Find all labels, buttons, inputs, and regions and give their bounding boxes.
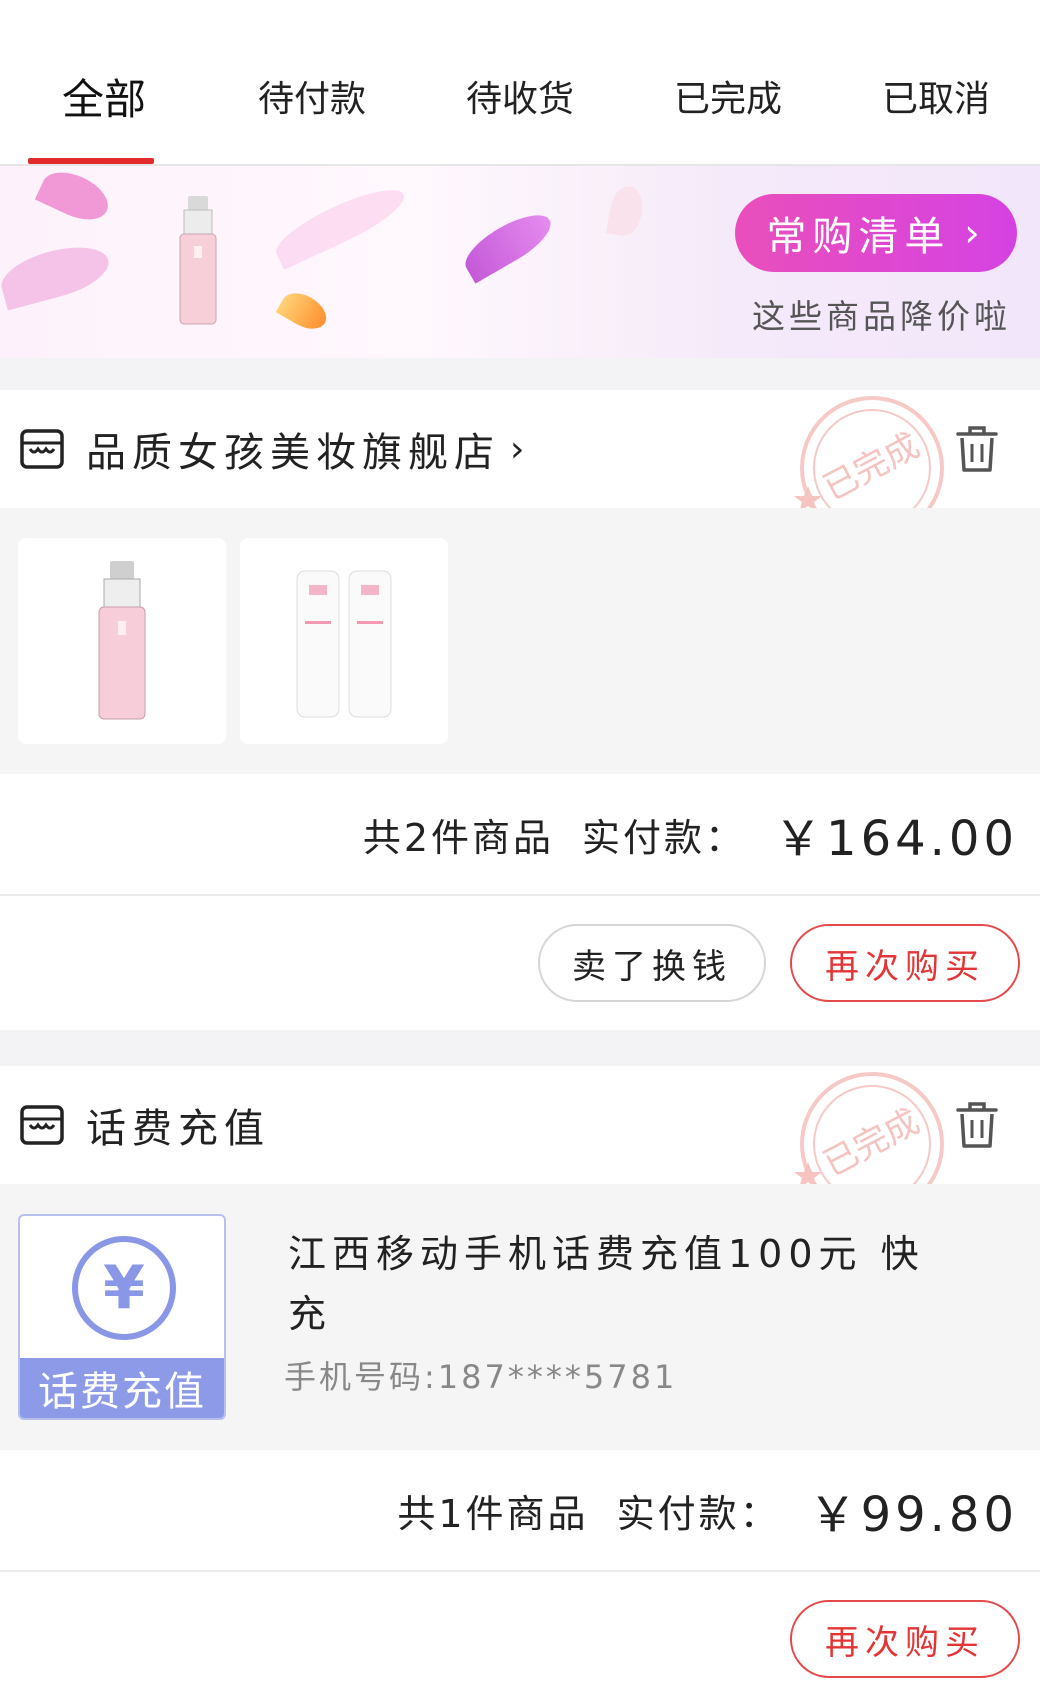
petal-decoration [0, 237, 115, 311]
store-icon [20, 429, 64, 469]
petal-decoration [275, 286, 333, 336]
sell-for-cash-button[interactable]: 卖了换钱 [538, 924, 766, 1002]
order-items[interactable]: ¥ 话费充值 江西移动手机话费充值100元 快充 手机号码:187****578… [0, 1184, 1040, 1450]
order-items[interactable] [0, 508, 1040, 774]
product-thumbnail[interactable] [240, 538, 448, 744]
tab-all[interactable]: 全部 [0, 0, 208, 164]
order-header: 话费充值 已完成 [0, 1066, 1040, 1216]
order-summary: 共2件商品 实付款： ￥164.00 [0, 774, 1040, 896]
serum-bottle-image [98, 561, 146, 720]
chevron-right-icon: › [964, 211, 986, 255]
frequent-purchase-button[interactable]: 常购清单 › [735, 194, 1017, 272]
order-card: 话费充值 已完成 ¥ 话费充值 江西移动手机话费充值100元 快充 手机号码:1… [0, 1066, 1040, 1702]
phone-number: 手机号码:187****5781 [284, 1358, 678, 1396]
product-title[interactable]: 江西移动手机话费充值100元 快充 [288, 1224, 968, 1344]
tab-pending-payment[interactable]: 待付款 [208, 0, 416, 164]
order-card: 品质女孩美妆旗舰店 › 已完成 共2件商品 实付款： ￥164.00 卖了换钱 … [0, 390, 1040, 1030]
recharge-image-label: 话费充值 [20, 1358, 224, 1418]
recharge-product-image[interactable]: ¥ 话费充值 [18, 1214, 226, 1420]
order-total-price: ￥164.00 [774, 811, 1018, 867]
delete-order-icon[interactable] [954, 1100, 1000, 1150]
delete-order-icon[interactable] [954, 424, 1000, 474]
paid-label: 实付款： [616, 1491, 781, 1536]
shop-name-link[interactable]: 品质女孩美妆旗舰店 [86, 420, 500, 478]
tab-cancelled[interactable]: 已取消 [832, 0, 1040, 164]
petal-decoration [34, 166, 116, 229]
serum-bottle-image [179, 196, 217, 325]
tab-completed[interactable]: 已完成 [624, 0, 832, 164]
banner-subtitle: 这些商品降价啦 [752, 297, 1011, 336]
product-thumbnail[interactable] [18, 538, 226, 744]
store-icon [20, 1105, 64, 1145]
stamp-text: 已完成 [818, 1102, 926, 1183]
lotion-tubes-image [296, 570, 392, 718]
order-actions: 再次购买 [0, 1572, 1040, 1702]
petal-decoration [268, 178, 412, 270]
order-actions: 卖了换钱 再次购买 [0, 896, 1040, 1030]
frequent-purchase-label: 常购清单 [766, 214, 951, 260]
paid-label: 实付款： [582, 815, 747, 860]
chevron-right-icon[interactable]: › [510, 429, 524, 470]
buy-again-button[interactable]: 再次购买 [790, 1600, 1020, 1678]
order-header: 品质女孩美妆旗舰店 › 已完成 [0, 390, 1040, 540]
item-count: 共2件商品 [362, 815, 555, 860]
item-count: 共1件商品 [397, 1491, 589, 1536]
order-summary: 共1件商品 实付款： ￥99.80 [0, 1450, 1040, 1572]
tab-pending-receipt[interactable]: 待收货 [416, 0, 624, 164]
petal-decoration [605, 183, 647, 239]
yuan-icon: ¥ [72, 1236, 176, 1340]
order-status-tabs: 全部 待付款 待收货 已完成 已取消 [0, 0, 1040, 166]
buy-again-button[interactable]: 再次购买 [790, 924, 1020, 1002]
shop-name[interactable]: 话费充值 [86, 1096, 270, 1154]
frequent-purchase-banner[interactable]: 常购清单 › 这些商品降价啦 [0, 166, 1040, 358]
stamp-text: 已完成 [818, 426, 926, 507]
petal-decoration [457, 204, 559, 284]
order-total-price: ￥99.80 [808, 1487, 1018, 1543]
